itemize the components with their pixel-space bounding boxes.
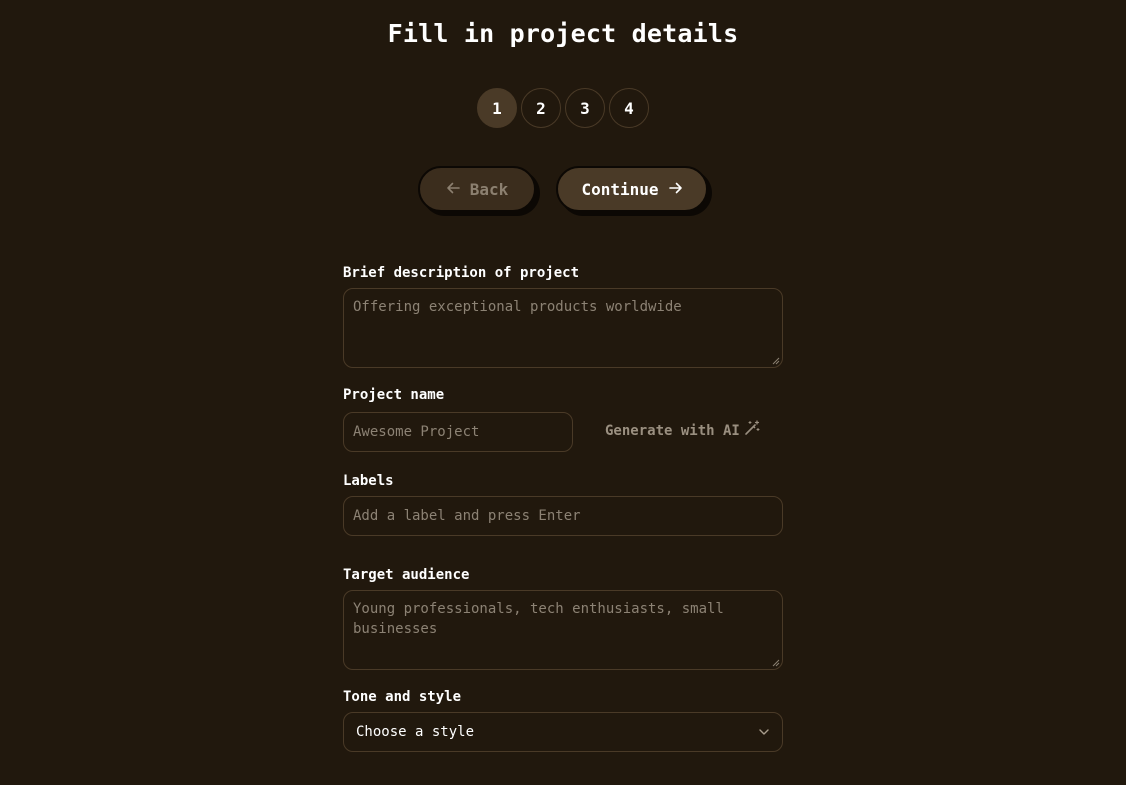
generate-with-ai-button[interactable]: Generate with AI [605, 420, 760, 442]
tone-selected-value: Choose a style [356, 724, 475, 740]
back-button-label: Back [469, 179, 509, 199]
tone-select[interactable]: Choose a style [343, 712, 783, 752]
project-name-input[interactable]: Awesome Project [343, 412, 573, 452]
chevron-down-icon [758, 722, 770, 742]
audience-label: Target audience [343, 567, 470, 583]
continue-button[interactable]: Continue [556, 166, 708, 212]
step-4[interactable]: 4 [609, 88, 649, 128]
labels-label: Labels [343, 473, 394, 489]
project-name-label: Project name [343, 387, 445, 403]
step-1[interactable]: 1 [477, 88, 517, 128]
description-placeholder: Offering exceptional products worldwide [353, 299, 682, 315]
step-indicator: 1 2 3 4 [477, 88, 649, 128]
resize-handle-icon[interactable] [772, 659, 780, 667]
arrow-right-icon [668, 180, 683, 198]
description-textarea[interactable]: Offering exceptional products worldwide [343, 288, 783, 368]
audience-placeholder-line-2: businesses [353, 621, 438, 637]
labels-input[interactable]: Add a label and press Enter [343, 496, 783, 536]
page-title: Fill in project details [387, 19, 739, 48]
description-label: Brief description of project [343, 265, 580, 281]
step-2[interactable]: 2 [521, 88, 561, 128]
magic-wand-icon [744, 420, 760, 442]
labels-placeholder: Add a label and press Enter [353, 508, 581, 524]
wizard-navigation: Back Continue [0, 166, 1126, 212]
generate-with-ai-label: Generate with AI [605, 423, 740, 439]
audience-textarea[interactable]: Young professionals, tech enthusiasts, s… [343, 590, 783, 670]
project-name-placeholder: Awesome Project [353, 424, 480, 440]
audience-placeholder-line-1: Young professionals, tech enthusiasts, s… [353, 601, 724, 617]
resize-handle-icon[interactable] [772, 357, 780, 365]
arrow-left-icon [446, 180, 460, 198]
tone-label: Tone and style [343, 689, 462, 705]
step-3[interactable]: 3 [565, 88, 605, 128]
continue-button-label: Continue [581, 179, 659, 199]
back-button[interactable]: Back [418, 166, 536, 212]
